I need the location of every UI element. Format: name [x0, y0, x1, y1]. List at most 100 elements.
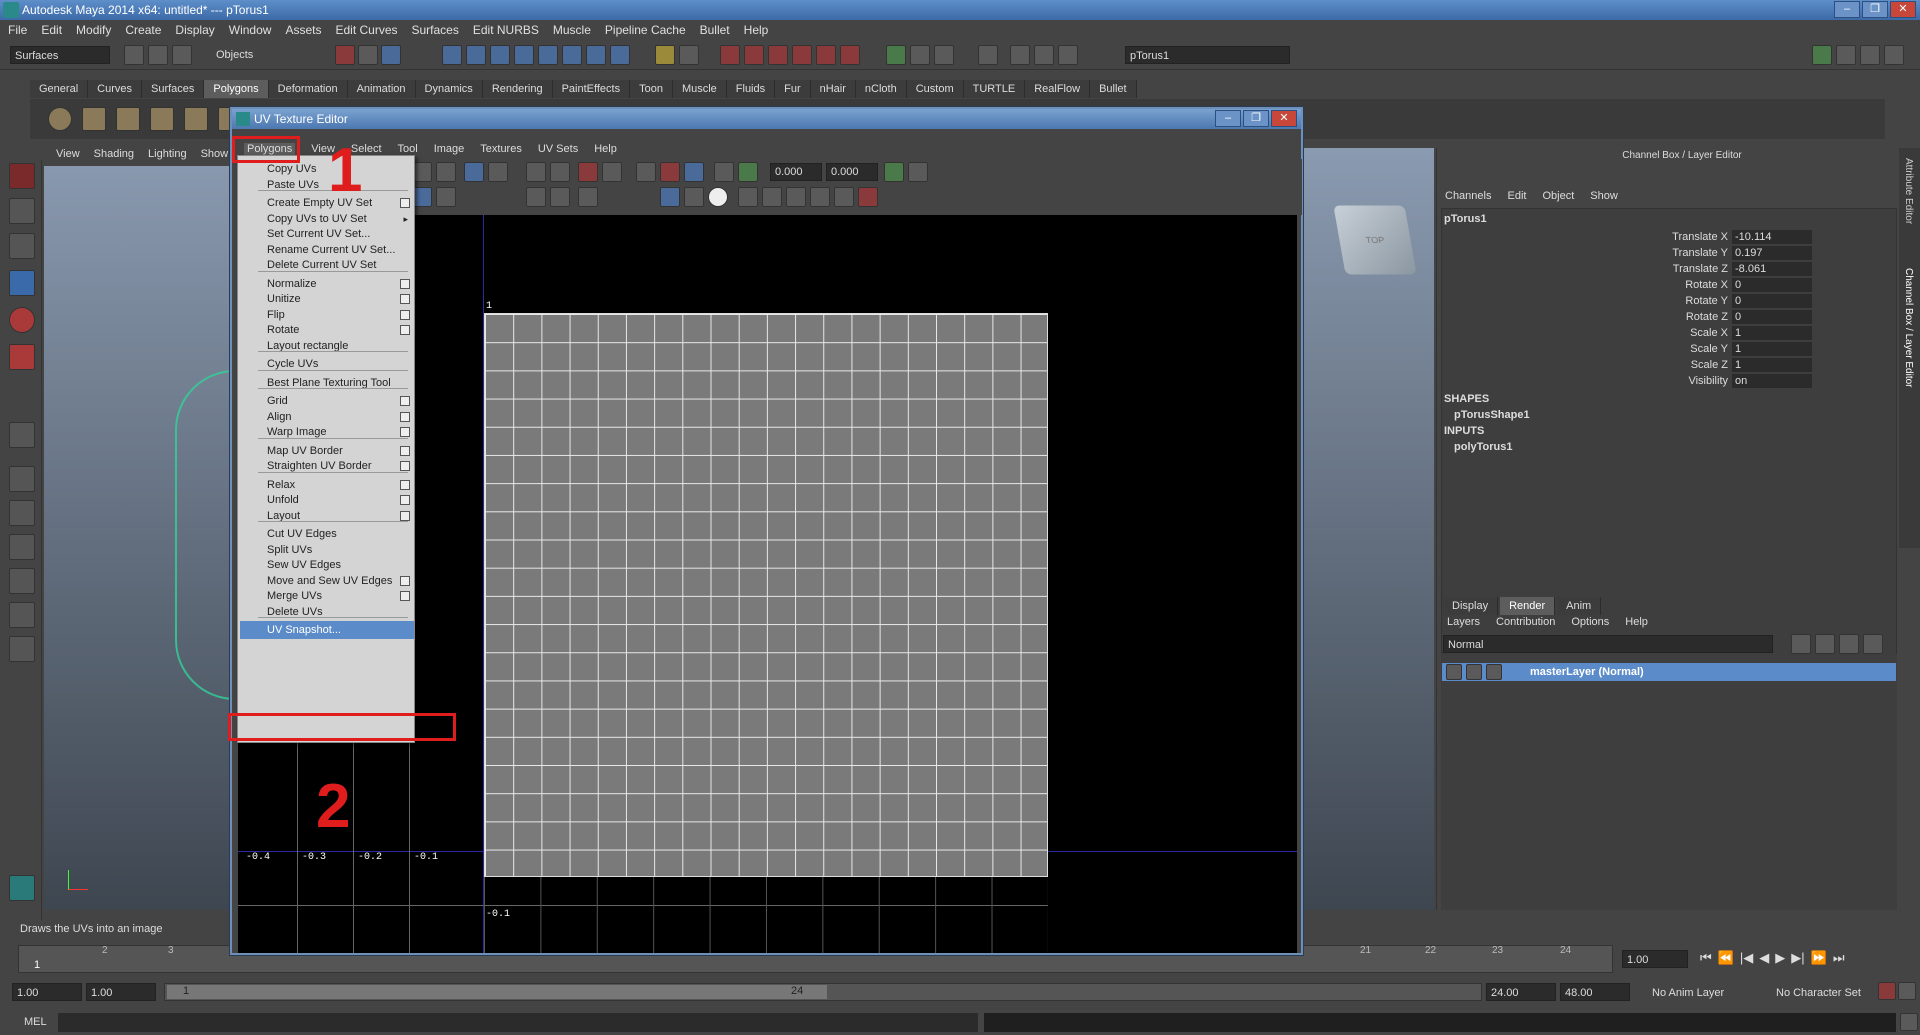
layout-perspective-icon[interactable] [9, 466, 35, 492]
channel-menu-channels[interactable]: Channels [1445, 190, 1491, 202]
channel-menu-object[interactable]: Object [1542, 190, 1574, 202]
input-node[interactable]: polyTorus1 [1454, 441, 1512, 453]
soft-mod-icon[interactable] [9, 422, 35, 448]
uv-paste-icon[interactable] [762, 187, 782, 207]
channel-row-rotate-z[interactable]: Rotate Z 0 [1442, 309, 1820, 325]
channel-value[interactable]: 0 [1732, 294, 1812, 308]
shelf-tab-rendering[interactable]: Rendering [482, 80, 553, 98]
channel-row-translate-y[interactable]: Translate Y 0.197 [1442, 245, 1820, 261]
step-forward-key-icon[interactable]: ▶| [1791, 950, 1804, 966]
shelf-tab-turtle[interactable]: TURTLE [963, 80, 1026, 98]
range-handle[interactable] [167, 985, 827, 999]
snap-grid-icon[interactable] [442, 45, 462, 65]
uv-show-grid-icon[interactable] [636, 162, 656, 182]
anim-start-field[interactable]: 1.00 [12, 983, 82, 1001]
hypershade-icon[interactable] [792, 45, 812, 65]
channel-value[interactable]: 0.197 [1732, 246, 1812, 260]
channel-value[interactable]: -8.061 [1732, 262, 1812, 276]
layer-tab-render[interactable]: Render [1500, 597, 1556, 615]
layer-blend-mode[interactable]: Normal [1443, 635, 1773, 653]
step-back-key-icon[interactable]: |◀ [1740, 950, 1753, 966]
input-line-icon[interactable] [886, 45, 906, 65]
minimize-button[interactable]: – [1834, 1, 1860, 18]
uv-align-icon[interactable] [436, 187, 456, 207]
channel-value[interactable]: 0 [1732, 310, 1812, 324]
layout-channel-icon[interactable] [1884, 45, 1904, 65]
history-icon[interactable] [562, 45, 582, 65]
channel-row-scale-z[interactable]: Scale Z 1 [1442, 357, 1820, 373]
sidebar-toggle-icon[interactable] [978, 45, 998, 65]
uv-select-icon[interactable] [412, 162, 432, 182]
option-box-icon[interactable] [400, 427, 410, 437]
input-output-icon[interactable] [586, 45, 606, 65]
uv-merge-icon[interactable] [550, 187, 570, 207]
uv-close-button[interactable]: ✕ [1271, 110, 1297, 127]
layer-menu-contribution[interactable]: Contribution [1496, 616, 1555, 628]
anim-layer-select[interactable]: No Anim Layer [1652, 987, 1724, 999]
layer-new-icon[interactable] [1791, 634, 1811, 654]
uv-color-icon[interactable] [684, 187, 704, 207]
uv-menu-textures[interactable]: Textures [480, 143, 522, 155]
shape-node[interactable]: pTorusShape1 [1454, 409, 1530, 421]
channel-row-scale-x[interactable]: Scale X 1 [1442, 325, 1820, 341]
channel-box-tab[interactable]: Channel Box / Layer Editor [1903, 268, 1914, 388]
uv-layout-icon[interactable] [412, 187, 432, 207]
current-frame-field[interactable]: 1.00 [1622, 950, 1688, 968]
menu-window[interactable]: Window [229, 23, 272, 37]
layer-menu-layers[interactable]: Layers [1447, 616, 1480, 628]
uv-dim-image-icon[interactable] [578, 187, 598, 207]
menu-create[interactable]: Create [125, 23, 161, 37]
menu-help[interactable]: Help [744, 23, 769, 37]
uv-move-icon[interactable] [436, 162, 456, 182]
uv-minimize-button[interactable]: – [1215, 110, 1241, 127]
menu-modify[interactable]: Modify [76, 23, 111, 37]
uv-pin-icon[interactable] [602, 162, 622, 182]
option-box-icon[interactable] [400, 309, 410, 320]
shelf-tab-fur[interactable]: Fur [775, 80, 811, 98]
uv-distortion-icon[interactable] [738, 162, 758, 182]
shelf-tab-ncloth[interactable]: nCloth [855, 80, 907, 98]
outliner-icon[interactable] [1010, 45, 1030, 65]
graph-icon[interactable] [1034, 45, 1054, 65]
playback-end-field[interactable]: 24.00 [1486, 983, 1556, 1001]
lasso-tool-icon[interactable] [9, 198, 35, 224]
shelf-tab-muscle[interactable]: Muscle [672, 80, 727, 98]
uv-menu-image[interactable]: Image [434, 143, 465, 155]
paint-select-icon[interactable] [9, 233, 35, 259]
option-box-icon[interactable] [400, 479, 410, 490]
layer-visible-icon[interactable] [1466, 664, 1482, 680]
menu-item-uv-snapshot[interactable]: UV Snapshot... [240, 621, 414, 639]
viewport-menu-shading[interactable]: Shading [94, 148, 134, 166]
viewport-menu-lighting[interactable]: Lighting [148, 148, 187, 166]
shelf-tab-surfaces[interactable]: Surfaces [141, 80, 205, 98]
scale-tool-icon[interactable] [9, 344, 35, 370]
preferences-icon[interactable] [1898, 982, 1916, 1000]
poly-cone-icon[interactable] [150, 107, 174, 131]
playback-start-field[interactable]: 1.00 [86, 983, 156, 1001]
option-box-icon[interactable] [400, 575, 410, 586]
layer-menu-options[interactable]: Options [1571, 616, 1609, 628]
uv-sew-icon[interactable] [550, 162, 570, 182]
layout-hypershade-icon[interactable] [9, 602, 35, 628]
goto-start-icon[interactable]: ⏮ [1700, 950, 1712, 966]
select-by-type-icon[interactable] [358, 45, 378, 65]
layout-four-view-icon[interactable] [9, 500, 35, 526]
channel-value[interactable]: 0 [1732, 278, 1812, 292]
render-region-icon[interactable] [840, 45, 860, 65]
layout-attr-icon[interactable] [1836, 45, 1856, 65]
shelf-tab-fluids[interactable]: Fluids [726, 80, 776, 98]
attribute-icon[interactable] [934, 45, 954, 65]
snap-curve-icon[interactable] [466, 45, 486, 65]
object-name-field[interactable]: pTorus1 [1125, 46, 1290, 64]
script-editor-icon[interactable] [1900, 1013, 1918, 1031]
move-tool-icon[interactable] [9, 270, 35, 296]
selection-highlight-icon[interactable] [679, 45, 699, 65]
channel-value[interactable]: 1 [1732, 326, 1812, 340]
viewport-menu-show[interactable]: Show [201, 148, 229, 166]
uv-restore-button[interactable]: ❐ [1243, 110, 1269, 127]
shelf-tab-custom[interactable]: Custom [906, 80, 964, 98]
shelf-tab-animation[interactable]: Animation [347, 80, 416, 98]
rename-icon[interactable] [910, 45, 930, 65]
select-by-hierarchy-icon[interactable] [335, 45, 355, 65]
uv-entry-mode-icon[interactable] [908, 162, 928, 182]
